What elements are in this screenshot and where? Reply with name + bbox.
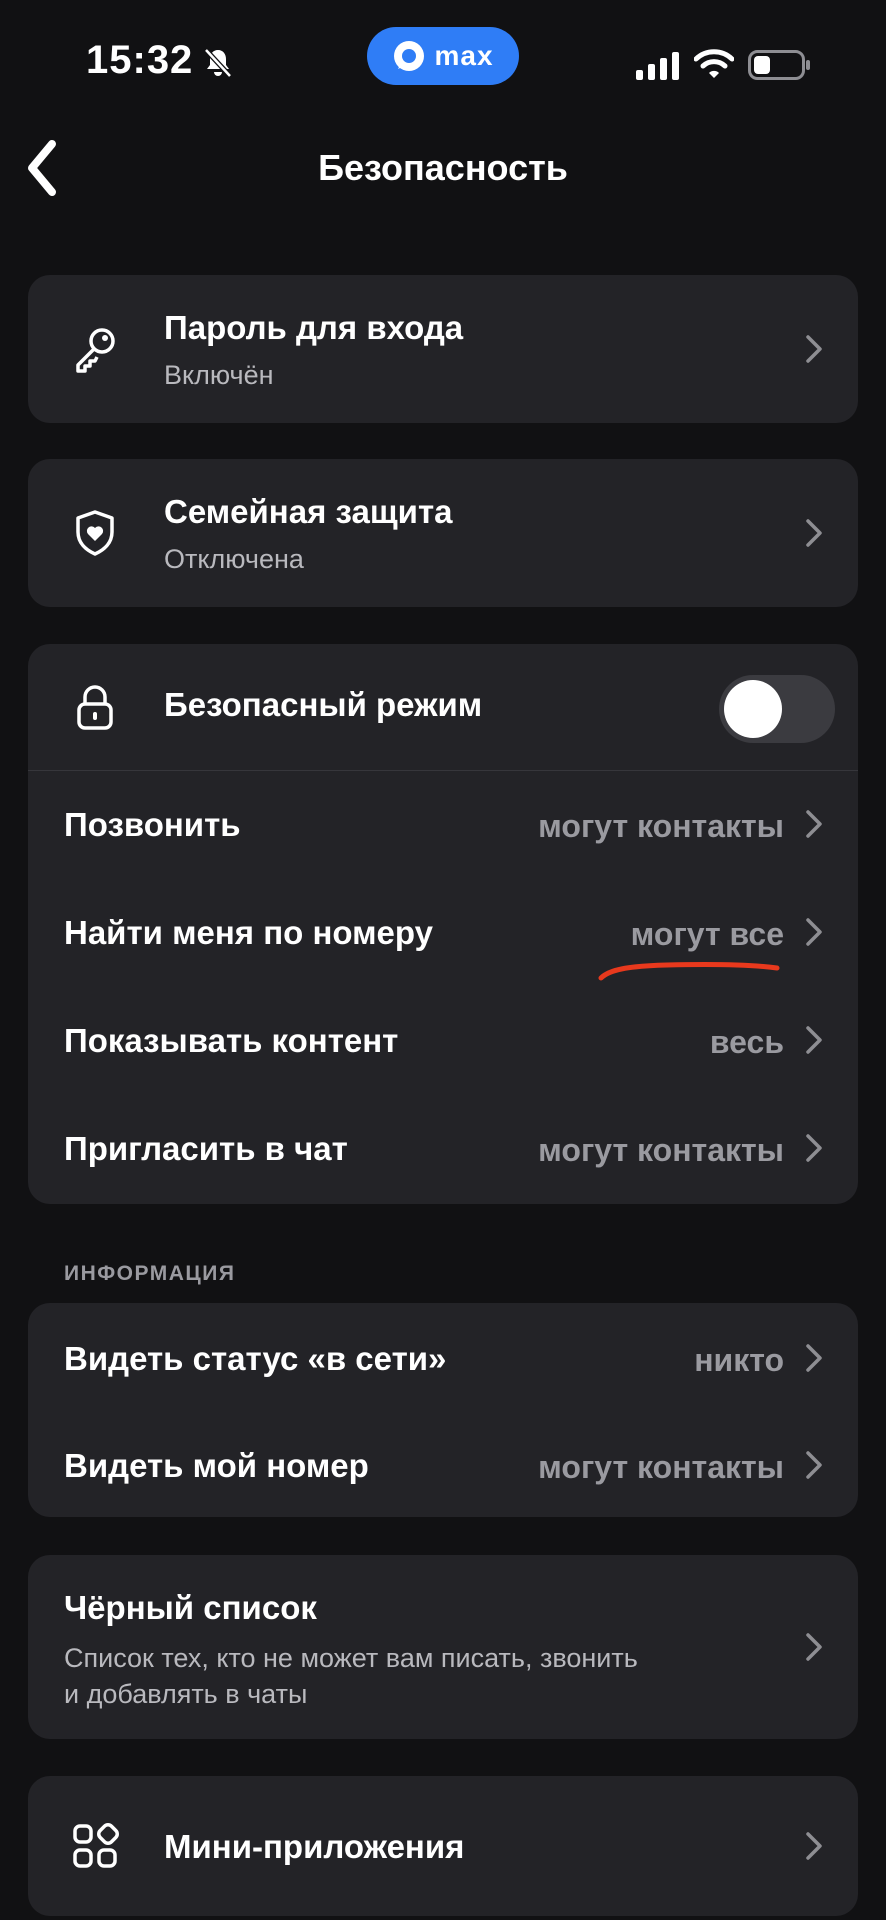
- row-value: никто: [694, 1342, 784, 1378]
- password-card[interactable]: Пароль для входа Включён: [28, 275, 858, 423]
- row-label: Пригласить в чат: [64, 1130, 348, 1167]
- mini-apps-card[interactable]: Мини-приложения: [28, 1776, 858, 1916]
- app-indicator-pill[interactable]: max: [367, 27, 519, 85]
- clock: 15:32: [86, 38, 194, 82]
- privacy-row-online-status[interactable]: Видеть статус «в сети» никто: [28, 1303, 858, 1410]
- section-header-information: ИНФОРМАЦИЯ: [64, 1262, 236, 1285]
- app-pill-label: max: [434, 40, 494, 71]
- chevron-right-icon: [806, 1633, 822, 1661]
- shield-heart-icon: [68, 506, 122, 560]
- family-protection-status: Отключена: [164, 544, 304, 574]
- toggle-knob: [724, 680, 782, 738]
- status-bar: 15:32 max: [0, 0, 886, 130]
- annotation-underline: [598, 961, 780, 981]
- safe-mode-card: Безопасный режим Позвонить могут контакт…: [28, 644, 858, 1204]
- bell-muted-icon: [204, 48, 232, 78]
- chevron-right-icon: [806, 1026, 822, 1054]
- blacklist-description-line1: Список тех, кто не может вам писать, зво…: [64, 1643, 638, 1673]
- privacy-row-call[interactable]: Позвонить могут контакты: [28, 770, 858, 878]
- chevron-right-icon: [806, 810, 822, 838]
- information-card: Видеть статус «в сети» никто Видеть мой …: [28, 1303, 858, 1517]
- chevron-right-icon: [806, 1344, 822, 1372]
- chevron-right-icon: [806, 335, 822, 363]
- cellular-signal-icon: [636, 52, 679, 80]
- privacy-row-my-number[interactable]: Видеть мой номер могут контакты: [28, 1410, 858, 1517]
- family-protection-title: Семейная защита: [164, 493, 453, 530]
- row-label: Видеть статус «в сети»: [64, 1340, 447, 1377]
- battery-icon: [748, 50, 810, 80]
- chevron-right-icon: [806, 1451, 822, 1479]
- wifi-icon: [694, 49, 734, 78]
- row-value: могут контакты: [538, 808, 784, 844]
- mini-apps-grid-icon: [68, 1819, 122, 1873]
- key-icon: [68, 322, 122, 376]
- row-value: весь: [709, 1024, 784, 1060]
- max-logo-icon: [394, 41, 425, 71]
- chevron-right-icon: [806, 918, 822, 946]
- row-label: Позвонить: [64, 806, 241, 843]
- blacklist-description-line2: и добавлять в чаты: [64, 1679, 308, 1709]
- row-label: Видеть мой номер: [64, 1447, 369, 1484]
- row-value: могут контакты: [538, 1449, 784, 1485]
- family-protection-card[interactable]: Семейная защита Отключена: [28, 459, 858, 607]
- blacklist-card[interactable]: Чёрный список Список тех, кто не может в…: [28, 1555, 858, 1739]
- password-status: Включён: [164, 360, 274, 390]
- lock-icon: [68, 680, 122, 734]
- blacklist-title: Чёрный список: [64, 1589, 317, 1626]
- mini-apps-title: Мини-приложения: [164, 1828, 465, 1865]
- chevron-right-icon: [806, 1832, 822, 1860]
- privacy-row-show-content[interactable]: Показывать контент весь: [28, 986, 858, 1094]
- row-label: Показывать контент: [64, 1022, 399, 1059]
- safe-mode-title: Безопасный режим: [164, 686, 483, 723]
- row-value: могут контакты: [538, 1132, 784, 1168]
- row-label: Найти меня по номеру: [64, 914, 433, 951]
- chevron-right-icon: [806, 519, 822, 547]
- row-value: могут все: [630, 916, 784, 952]
- safe-mode-toggle[interactable]: [719, 675, 835, 743]
- privacy-row-invite-to-chat[interactable]: Пригласить в чат могут контакты: [28, 1094, 858, 1204]
- chevron-right-icon: [806, 1134, 822, 1162]
- safe-mode-row: Безопасный режим: [28, 644, 858, 770]
- password-title: Пароль для входа: [164, 309, 464, 346]
- page-title: Безопасность: [318, 147, 568, 188]
